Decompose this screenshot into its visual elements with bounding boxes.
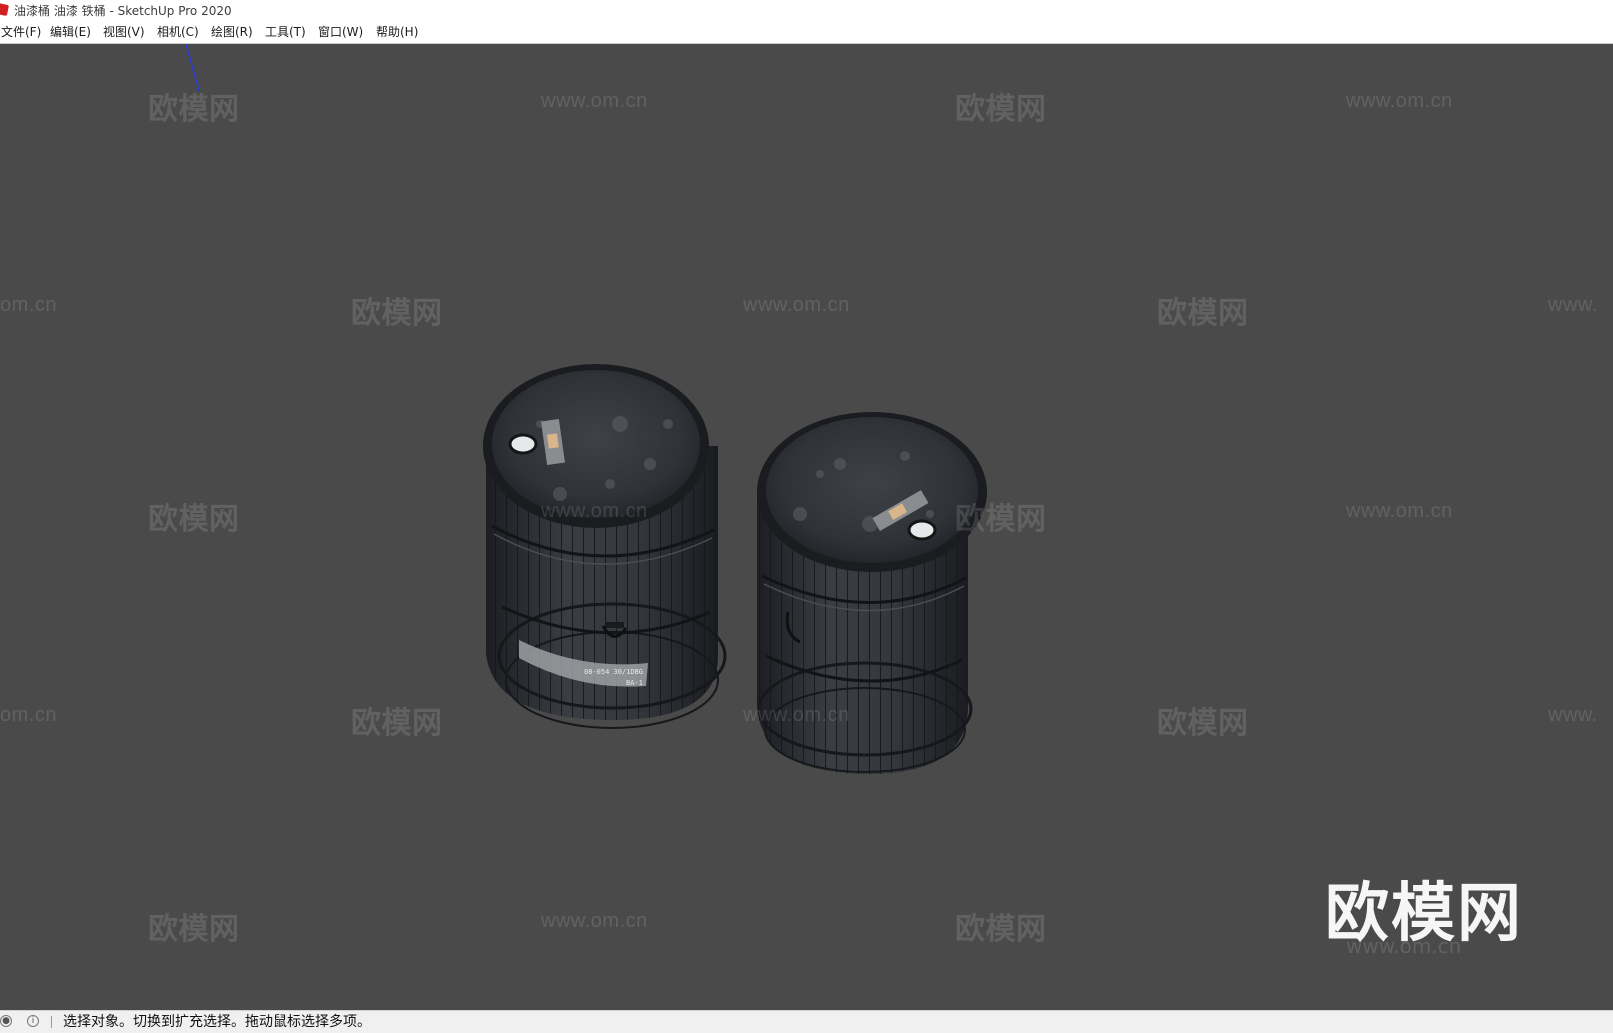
window-title: 油漆桶 油漆 铁桶 - SketchUp Pro 2020 [14,4,232,18]
barrel-label-text-2: BA-1 [626,679,643,687]
bung-cap-right [907,519,937,541]
watermark-url-partial: www. [1548,294,1598,316]
menu-window[interactable]: 窗口(W) [317,24,364,41]
title-bar: 油漆桶 油漆 铁桶 - SketchUp Pro 2020 [0,0,1613,22]
left-barrel[interactable]: 08-054 30/1DBG BA-1 [483,364,727,729]
sketchup-app-icon[interactable] [0,2,10,17]
menu-bar: 文件(F) 编辑(E) 视图(V) 相机(C) 绘图(R) 工具(T) 窗口(W… [0,22,1613,44]
status-bar: ● i 选择对象。切换到扩充选择。拖动鼠标选择多项。 [0,1010,1613,1033]
watermark-cn: 欧模网 [955,913,1047,946]
menu-camera[interactable]: 相机(C) [156,24,200,41]
menu-tools[interactable]: 工具(T) [264,24,307,41]
menu-help[interactable]: 帮助(H) [375,24,419,41]
watermark-cn: 欧模网 [351,297,443,330]
menu-draw[interactable]: 绘图(R) [210,24,254,41]
watermark-cn: 欧模网 [955,503,1047,536]
watermark-url: www.om.cn [743,294,850,316]
right-barrel-lid [766,417,978,563]
watermark-url: www.om.cn [1346,500,1453,522]
watermark-cn: 欧模网 [148,913,240,946]
status-text: 选择对象。切换到扩充选择。拖动鼠标选择多项。 [63,1014,371,1030]
watermark-cn: 欧模网 [351,707,443,740]
watermark-url: www.om.cn [541,910,648,932]
watermark-cn: 欧模网 [1157,297,1249,330]
watermark-url: www.om.cn [1346,90,1453,112]
watermark-url-partial: om.cn [0,704,57,726]
watermark-url: www.om.cn [541,500,648,522]
watermark-cn: 欧模网 [955,93,1047,126]
watermark-url-partial: www. [1548,704,1598,726]
bung-cap [508,433,538,455]
watermark-url: www.om.cn [541,90,648,112]
watermark-cn: 欧模网 [148,503,240,536]
menu-edit[interactable]: 编辑(E) [49,24,92,41]
menu-view[interactable]: 视图(V) [102,24,146,41]
menu-file[interactable]: 文件(F) [0,24,42,41]
watermark-cn: 欧模网 [148,93,240,126]
3d-viewport[interactable]: 08-054 30/1DBG BA-1 欧模网 www.om.cn 欧模网 ww… [0,44,1613,1010]
barrel-label-text-1: 08-054 30/1DBG [584,668,643,676]
watermark-url-partial: om.cn [0,294,57,316]
watermark-url: www.om.cn [743,704,850,726]
info-icon[interactable]: i [27,1015,39,1027]
status-divider [51,1016,52,1028]
geo-location-icon[interactable]: ● [0,1015,12,1027]
om-logo-url: www.om.cn [1346,934,1462,958]
watermark-cn: 欧模网 [1157,707,1249,740]
